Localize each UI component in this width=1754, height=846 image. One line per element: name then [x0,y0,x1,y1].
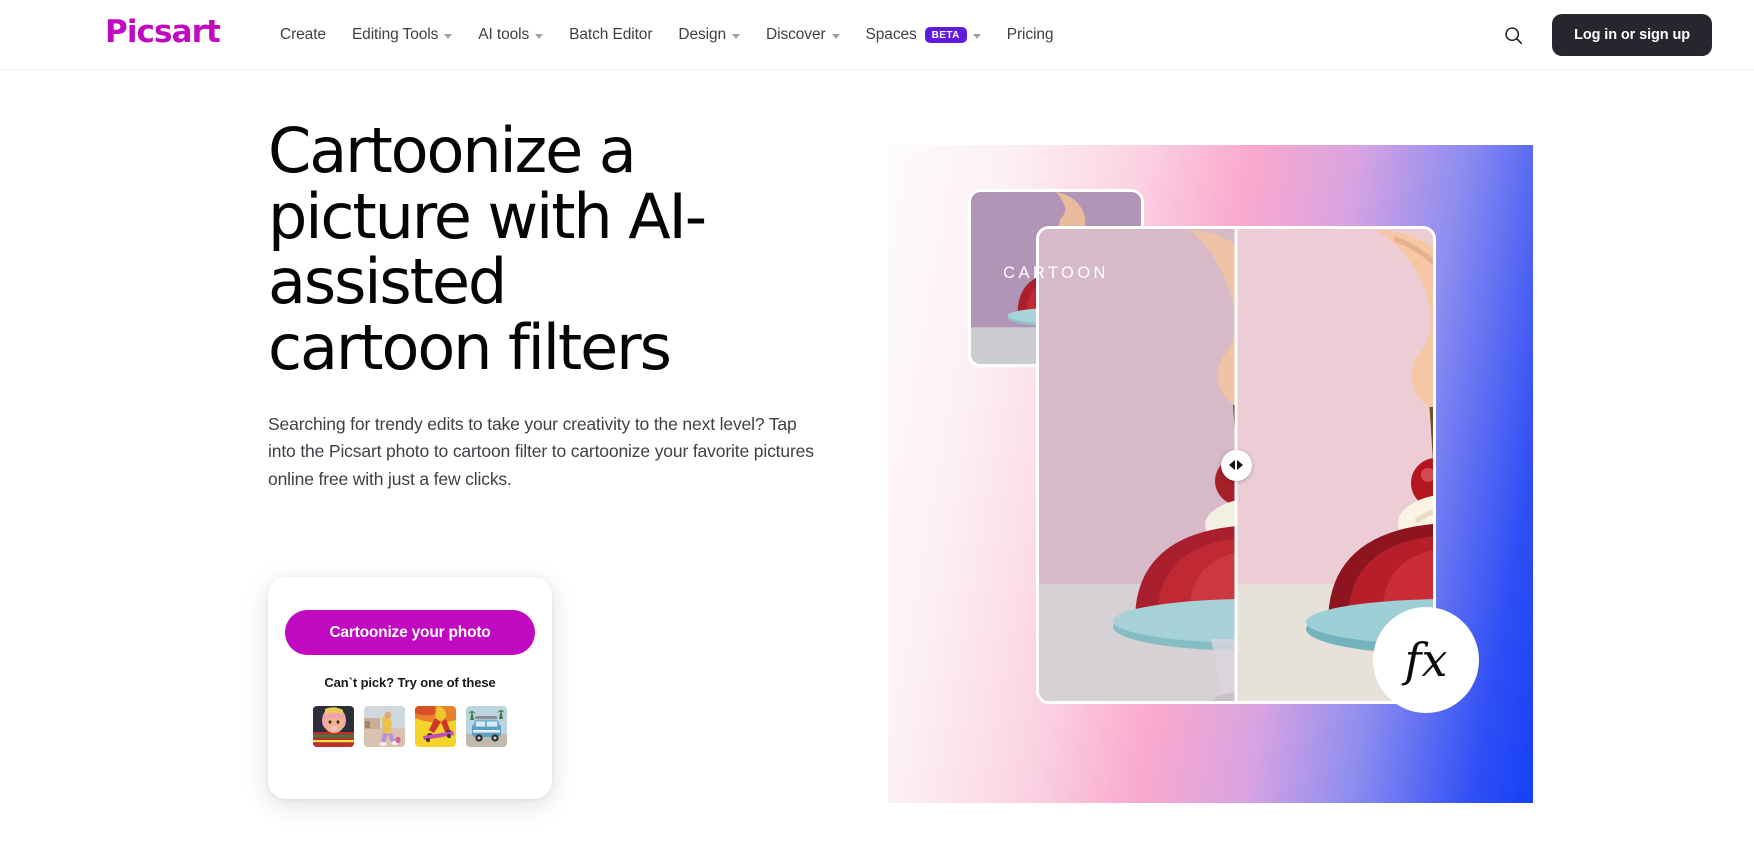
fx-badge[interactable]: fx [1373,607,1479,713]
chevron-down-icon [732,33,741,39]
thumbnail-image [364,706,405,747]
nav-item-editing-tools[interactable]: Editing Tools [351,26,453,44]
arrow-left-icon [1229,460,1235,470]
cartoonize-photo-button[interactable]: Cartoonize your photo [285,610,535,655]
nav-label: Discover [766,26,826,43]
sample-thumbnail-row [313,706,507,747]
sample-thumbnail-portrait-pink-hair[interactable] [313,706,354,747]
search-button[interactable] [1496,18,1530,52]
nav-item-ai-tools[interactable]: AI tools [478,26,544,44]
before-after-comparison[interactable] [1036,226,1436,704]
nav-item-pricing[interactable]: Pricing [1007,26,1054,44]
nav-label: Pricing [1006,26,1054,43]
hero-description: Searching for trendy edits to take your … [268,413,814,489]
nav-label: Design [678,26,727,43]
chevron-down-icon [444,33,453,39]
sample-thumbnail-skateboarder[interactable] [415,706,456,747]
cartoon-card-label: CARTOON [1003,264,1109,282]
site-header: Picsart Create Editing Tools AI tools Ba… [0,0,1754,70]
comparison-before-photo [1039,229,1236,701]
sample-thumbnail-person-bending[interactable] [364,706,405,747]
thumbnail-image [466,706,507,747]
before-image [1039,229,1236,701]
sample-thumbnail-vw-bus[interactable] [466,706,507,747]
nav-label: AI tools [478,26,530,43]
nav-item-design[interactable]: Design [678,26,741,44]
picsart-logo[interactable]: Picsart [105,17,221,48]
nav-item-batch-editor[interactable]: Batch Editor [569,26,652,44]
arrow-right-icon [1237,460,1243,470]
nav-label: Spaces [865,26,917,43]
cta-card: Cartoonize your photo Can`t pick? Try on… [268,577,552,799]
sample-images-hint: Can`t pick? Try one of these [324,675,496,690]
chevron-down-icon [535,33,544,39]
nav-item-create[interactable]: Create [280,26,326,44]
hero-text-column: Cartoonize a picture with AI-assisted ca… [268,118,828,493]
header-actions: Log in or sign up [1496,0,1754,70]
page-title: Cartoonize a picture with AI-assisted ca… [268,114,707,385]
nav-label: Batch Editor [569,26,653,43]
main-navigation: Create Editing Tools AI tools Batch Edit… [280,0,1054,70]
thumbnail-image [415,706,456,747]
beta-badge: BETA [924,27,967,43]
thumbnail-image [313,706,354,747]
search-icon [1504,26,1522,44]
nav-label: Editing Tools [351,26,439,43]
chevron-down-icon [831,33,840,39]
nav-item-spaces[interactable]: Spaces BETA [866,26,981,44]
login-signup-button[interactable]: Log in or sign up [1552,14,1712,56]
comparison-slider-handle[interactable] [1220,449,1252,481]
chevron-down-icon [972,33,981,39]
hero-visual: CARTOON fx [888,145,1533,803]
nav-item-discover[interactable]: Discover [766,26,840,44]
nav-label: Create [280,26,326,43]
